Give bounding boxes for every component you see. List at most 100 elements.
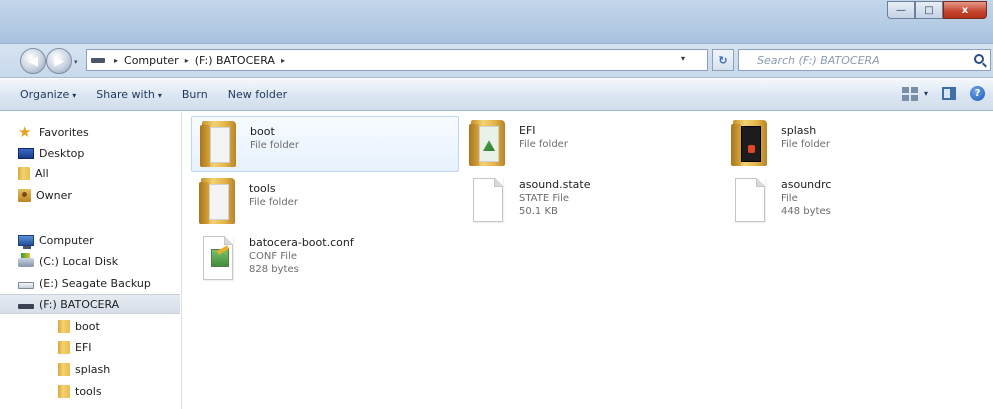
window-controls: — □ x [887,1,987,19]
address-row: ◀ ▶ ▾ ▸ Computer ▸ (F:) BATOCERA ▸ ▾ ↻ S… [0,44,993,78]
address-dropdown[interactable]: ▾ [681,54,685,63]
toolbar-right: ▾ ? [901,86,985,101]
search-input[interactable]: Search (F:) BATOCERA [738,49,991,71]
folder-icon [199,178,239,226]
title-bar: — □ x [0,0,993,44]
back-arrow-icon: ◀ [28,53,38,69]
search-icon[interactable] [974,54,984,64]
file-tile-efi[interactable]: EFI File folder [461,116,729,172]
nav-label: boot [75,319,100,333]
file-type: File folder [781,139,830,150]
file-size: 828 bytes [249,264,299,275]
help-icon[interactable]: ? [970,86,985,101]
external-drive-icon [18,281,34,289]
organize-label: Organize [20,88,70,101]
chevron-down-icon: ▾ [72,91,77,100]
desktop-icon [18,147,34,159]
close-button[interactable]: x [943,1,987,19]
file-type: File folder [249,197,298,208]
nav-seagate-backup[interactable]: (E:) Seagate Backup [0,273,180,293]
nav-efi[interactable]: EFI [0,337,180,357]
nav-desktop[interactable]: Desktop [0,143,180,163]
views-icon [901,86,918,101]
nav-label: Owner [36,188,72,202]
file-type: File [781,193,798,204]
folder-icon [58,340,70,354]
nav-local-disk[interactable]: (C:) Local Disk [0,251,180,271]
file-size: 50.1 KB [519,206,558,217]
burn-button[interactable]: Burn [172,88,218,101]
file-tile-tools[interactable]: tools File folder [191,174,459,230]
nav-splash[interactable]: splash [0,359,180,379]
forward-button[interactable]: ▶ [46,48,72,74]
change-view-button[interactable]: ▾ [901,86,928,101]
share-with-button[interactable]: Share with ▾ [86,88,172,101]
drive-icon [91,57,105,63]
chevron-down-icon: ▾ [923,89,928,98]
new-folder-button[interactable]: New folder [218,88,297,101]
folder-icon [58,384,70,398]
file-name: splash [781,124,817,137]
nav-label: (C:) Local Disk [39,254,119,268]
file-type: File folder [519,139,568,150]
nav-label: splash [75,362,111,376]
file-name: tools [249,182,276,195]
star-icon: ★ [18,123,32,141]
nav-label: Computer [39,233,94,247]
breadcrumb-batocera[interactable]: (F:) BATOCERA [192,54,278,67]
nav-label: EFI [75,340,92,354]
minimize-button[interactable]: — [887,1,915,19]
nav-label: Desktop [39,146,85,160]
file-type: CONF File [249,251,297,262]
nav-computer[interactable]: Computer [0,230,180,250]
breadcrumb-separator[interactable]: ▸ [111,56,121,65]
breadcrumb-computer[interactable]: Computer [121,54,182,67]
file-tile-splash[interactable]: splash File folder [723,116,991,172]
nav-all[interactable]: All [0,163,180,183]
nav-batocera[interactable]: (F:) BATOCERA [0,294,180,314]
file-tile-asound-state[interactable]: asound.state STATE File 50.1 KB [461,174,729,230]
address-bar[interactable]: ▸ Computer ▸ (F:) BATOCERA ▸ ▾ [86,49,708,71]
file-name: asoundrc [781,178,832,191]
refresh-button[interactable]: ↻ [712,49,734,71]
recent-pages-dropdown[interactable]: ▾ [74,58,78,66]
command-bar: Organize ▾ Share with ▾ Burn New folder ▾ … [0,79,993,111]
maximize-button[interactable]: □ [915,1,943,19]
file-size: 448 bytes [781,206,831,217]
file-list: boot File folder EFI File folder splash … [183,112,993,409]
organize-button[interactable]: Organize ▾ [10,88,86,101]
nav-favorites[interactable]: ★ Favorites [0,122,180,142]
file-tile-asoundrc[interactable]: asoundrc File 448 bytes [723,174,991,230]
breadcrumb-separator[interactable]: ▸ [278,56,288,65]
config-file-icon [199,236,239,284]
folder-icon [18,166,30,180]
file-name: asound.state [519,178,591,191]
file-tile-boot[interactable]: boot File folder [191,116,459,172]
local-disk-icon [18,253,34,267]
nav-owner[interactable]: Owner [0,185,180,205]
user-folder-icon [18,188,31,202]
file-name: batocera-boot.conf [249,236,354,249]
navigation-pane: ★ Favorites Desktop All Owner Computer (… [0,112,182,409]
nav-label: tools [75,384,102,398]
nav-boot[interactable]: boot [0,316,180,336]
usb-drive-icon [18,304,34,309]
file-tile-batocera-boot-conf[interactable]: batocera-boot.conf CONF File 828 bytes [191,232,459,288]
computer-icon [18,234,34,249]
nav-label: All [35,166,49,180]
back-button[interactable]: ◀ [20,48,46,74]
chevron-down-icon: ▾ [157,91,162,100]
nav-tools[interactable]: tools [0,381,180,401]
nav-label: Favorites [39,125,89,139]
document-icon [731,178,771,226]
file-type: File folder [250,140,299,151]
preview-pane-icon[interactable] [942,87,956,100]
document-icon [469,178,509,226]
refresh-icon: ↻ [718,53,728,67]
folder-icon [469,120,509,168]
breadcrumb-separator[interactable]: ▸ [182,56,192,65]
folder-icon [731,120,771,168]
folder-icon [58,319,70,333]
search-placeholder: Search (F:) BATOCERA [757,53,880,67]
folder-icon [200,121,240,169]
